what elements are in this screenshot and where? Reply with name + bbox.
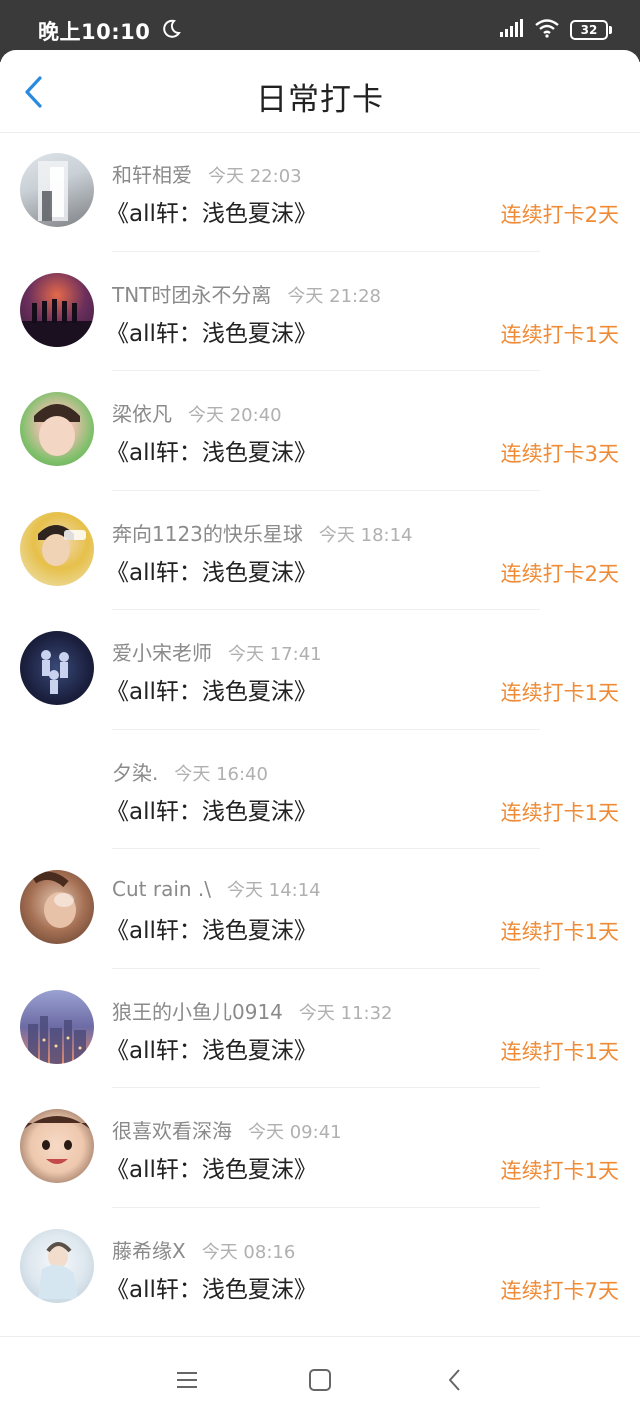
avatar[interactable]	[20, 272, 94, 347]
list-item[interactable]: 梁依凡 今天 20:40 《all轩：浅色夏沫》 连续打卡3天	[0, 371, 640, 491]
streak-label: 连续打卡1天	[500, 322, 619, 347]
status-right: 32	[498, 18, 612, 42]
list-item[interactable]: 和轩相爱 今天 22:03 《all轩：浅色夏沫》 连续打卡2天	[0, 132, 640, 252]
username[interactable]: 很喜欢看深海	[112, 1115, 232, 1144]
page-header: 日常打卡	[0, 50, 640, 133]
battery-icon: 32	[570, 20, 612, 40]
back-nav-button[interactable]	[440, 1365, 470, 1395]
book-title[interactable]: 《all轩：浅色夏沫》	[106, 314, 317, 348]
item-meta: 奔向1123的快乐星球 今天 18:14	[112, 518, 413, 547]
checkin-time: 今天 09:41	[248, 1122, 342, 1143]
wifi-icon	[534, 18, 560, 42]
avatar[interactable]	[20, 1228, 94, 1303]
checkin-time: 今天 20:40	[188, 405, 282, 426]
item-meta: 梁依凡 今天 20:40	[112, 398, 282, 427]
item-meta: 藤希缘X 今天 08:16	[112, 1235, 295, 1264]
username[interactable]: Cut rain .\	[112, 877, 211, 901]
list-item[interactable]: 爱小宋老师 今天 17:41 《all轩：浅色夏沫》 连续打卡1天	[0, 610, 640, 730]
streak-label: 连续打卡2天	[500, 561, 619, 586]
avatar[interactable]	[20, 153, 94, 227]
book-title[interactable]: 《all轩：浅色夏沫》	[106, 194, 317, 228]
item-meta: Cut rain .\ 今天 14:14	[112, 876, 321, 902]
item-meta: 很喜欢看深海 今天 09:41	[112, 1115, 342, 1144]
book-title[interactable]: 《all轩：浅色夏沫》	[106, 433, 317, 467]
checkin-time: 今天 08:16	[201, 1241, 296, 1263]
avatar[interactable]	[20, 870, 94, 944]
book-title[interactable]: 《all轩：浅色夏沫》	[106, 911, 317, 945]
list-item[interactable]: 很喜欢看深海 今天 09:41 《all轩：浅色夏沫》 连续打卡1天	[0, 1088, 640, 1208]
back-nav-icon	[449, 1369, 460, 1391]
streak-label: 连续打卡1天	[500, 920, 619, 944]
menu-nav-icon	[177, 1372, 197, 1388]
item-meta: 和轩相爱 今天 22:03	[112, 159, 302, 188]
page-title: 日常打卡	[256, 82, 384, 118]
item-meta: 夕染. 今天 16:40	[112, 757, 268, 786]
username[interactable]: 和轩相爱	[112, 159, 192, 188]
streak-label: 连续打卡7天	[500, 1278, 619, 1303]
checkin-time: 今天 14:14	[227, 880, 321, 901]
book-title[interactable]: 《all轩：浅色夏沫》	[106, 1270, 317, 1304]
avatar[interactable]	[20, 392, 94, 466]
username[interactable]: 狼王的小鱼儿0914	[112, 996, 283, 1025]
book-title[interactable]: 《all轩：浅色夏沫》	[106, 1031, 317, 1065]
checkin-list: 和轩相爱 今天 22:03 《all轩：浅色夏沫》 连续打卡2天 TNT时团永不…	[0, 132, 640, 1327]
list-item[interactable]: 狼王的小鱼儿0914 今天 11:32 《all轩：浅色夏沫》 连续打卡1天	[0, 969, 640, 1088]
moon-icon	[160, 18, 182, 44]
home-nav-icon	[309, 1369, 331, 1391]
book-title[interactable]: 《all轩：浅色夏沫》	[106, 553, 317, 587]
status-time: 晚上10:10	[38, 20, 151, 44]
list-item[interactable]: TNT时团永不分离 今天 21:28 《all轩：浅色夏沫》 连续打卡1天	[0, 252, 640, 371]
checkin-time: 今天 17:41	[228, 644, 322, 665]
list-item[interactable]: 奔向1123的快乐星球 今天 18:14 《all轩：浅色夏沫》 连续打卡2天	[0, 491, 640, 610]
username[interactable]: TNT时团永不分离	[112, 279, 271, 308]
book-title[interactable]: 《all轩：浅色夏沫》	[106, 1150, 317, 1184]
item-meta: TNT时团永不分离 今天 21:28	[112, 279, 381, 308]
checkin-time: 今天 22:03	[208, 166, 302, 187]
username[interactable]: 藤希缘X	[112, 1235, 186, 1264]
home-nav-button[interactable]	[305, 1365, 335, 1395]
streak-label: 连续打卡2天	[500, 203, 619, 227]
system-nav-bar	[0, 1336, 640, 1423]
signal-icon	[498, 18, 524, 42]
item-meta: 爱小宋老师 今天 17:41	[112, 637, 322, 666]
streak-label: 连续打卡1天	[500, 1159, 619, 1183]
streak-label: 连续打卡1天	[500, 1039, 619, 1064]
username[interactable]: 夕染.	[112, 757, 158, 786]
streak-label: 连续打卡1天	[500, 800, 619, 825]
avatar[interactable]	[20, 631, 94, 705]
avatar[interactable]	[20, 989, 94, 1064]
list-item[interactable]: 藤希缘X 今天 08:16 《all轩：浅色夏沫》 连续打卡7天	[0, 1208, 640, 1328]
menu-nav-button[interactable]	[172, 1365, 202, 1395]
streak-label: 连续打卡3天	[500, 442, 619, 466]
streak-label: 连续打卡1天	[500, 681, 619, 705]
book-title[interactable]: 《all轩：浅色夏沫》	[106, 672, 317, 706]
username[interactable]: 爱小宋老师	[112, 637, 212, 666]
item-meta: 狼王的小鱼儿0914 今天 11:32	[112, 996, 393, 1025]
list-item[interactable]: Cut rain .\ 今天 14:14 《all轩：浅色夏沫》 连续打卡1天	[0, 849, 640, 969]
avatar[interactable]	[20, 511, 94, 586]
list-item[interactable]: 夕染. 今天 16:40 《all轩：浅色夏沫》 连续打卡1天	[0, 730, 640, 849]
status-left: 晚上10:10	[38, 16, 182, 46]
username[interactable]: 奔向1123的快乐星球	[112, 518, 303, 547]
book-title[interactable]: 《all轩：浅色夏沫》	[106, 792, 317, 826]
checkin-time: 今天 16:40	[174, 763, 268, 785]
avatar[interactable]	[20, 1109, 94, 1183]
checkin-time: 今天 11:32	[298, 1002, 393, 1024]
checkin-time: 今天 21:28	[287, 285, 382, 307]
username[interactable]: 梁依凡	[112, 398, 172, 427]
checkin-time: 今天 18:14	[318, 524, 413, 546]
